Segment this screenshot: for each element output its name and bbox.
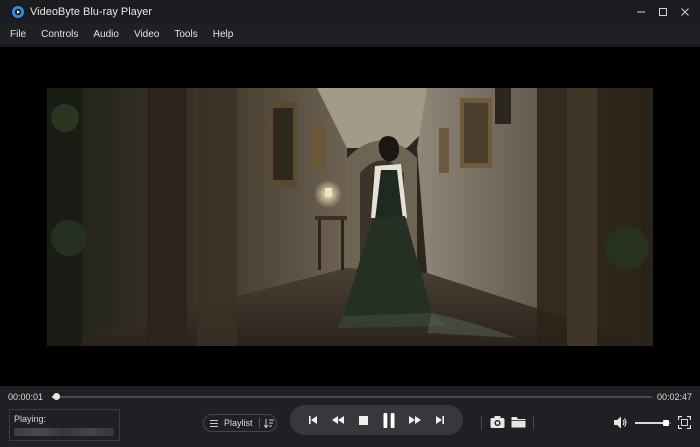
video-frame	[47, 88, 653, 346]
volume-slider[interactable]	[635, 420, 671, 426]
camera-icon[interactable]	[490, 415, 505, 429]
rewind-icon	[332, 416, 345, 424]
menu-help[interactable]: Help	[213, 29, 234, 40]
title-bar: VideoByte Blu-ray Player	[0, 0, 700, 23]
total-time: 00:02:47	[656, 392, 692, 402]
menu-file[interactable]: File	[10, 29, 26, 40]
divider	[533, 416, 534, 430]
video-frame-image	[47, 88, 653, 346]
volume-slider-fill	[635, 422, 666, 424]
playlist-label: Playlist	[224, 418, 253, 428]
window-title: VideoByte Blu-ray Player	[30, 5, 153, 18]
stop-icon	[359, 415, 369, 425]
fullscreen-icon[interactable]	[678, 416, 691, 429]
stop-button[interactable]	[356, 412, 372, 428]
menu-video[interactable]: Video	[134, 29, 159, 40]
now-playing-label: Playing:	[14, 414, 47, 424]
list-icon	[210, 419, 218, 427]
menu-audio[interactable]: Audio	[93, 29, 119, 40]
menu-bar: File Controls Audio Video Tools Help	[0, 23, 700, 46]
now-playing-title-redacted	[14, 428, 114, 436]
menu-controls[interactable]: Controls	[41, 29, 78, 40]
next-icon	[436, 416, 445, 424]
previous-icon	[308, 416, 317, 424]
rewind-button[interactable]	[330, 412, 346, 428]
next-button[interactable]	[432, 412, 448, 428]
pause-button[interactable]	[381, 412, 397, 428]
now-playing-box: Playing:	[9, 409, 120, 441]
close-button[interactable]	[674, 0, 696, 23]
playlist-button[interactable]: Playlist	[203, 414, 277, 432]
folder-icon[interactable]	[511, 415, 526, 429]
fast-forward-button[interactable]	[407, 412, 423, 428]
seek-bar-handle[interactable]	[52, 393, 60, 400]
seek-bar[interactable]	[52, 393, 652, 400]
minimize-button[interactable]	[630, 0, 652, 23]
divider	[481, 416, 482, 430]
previous-button[interactable]	[305, 412, 321, 428]
volume-icon[interactable]	[614, 416, 628, 429]
window-controls	[630, 0, 696, 23]
maximize-button[interactable]	[652, 0, 674, 23]
app-logo-icon	[12, 5, 24, 18]
menu-tools[interactable]: Tools	[174, 29, 197, 40]
minimize-icon	[637, 11, 645, 12]
close-icon	[681, 7, 689, 16]
transport-controls	[290, 405, 463, 435]
pause-icon	[383, 412, 395, 428]
maximize-icon	[659, 7, 667, 16]
fast-forward-icon	[408, 416, 421, 424]
playlist-divider	[258, 418, 260, 428]
video-area[interactable]	[0, 47, 700, 386]
control-bar: Playing: Playlist	[0, 405, 700, 447]
volume-slider-handle[interactable]	[662, 420, 669, 426]
current-time: 00:00:01	[8, 392, 44, 402]
playlist-sort-icon[interactable]	[263, 418, 274, 428]
